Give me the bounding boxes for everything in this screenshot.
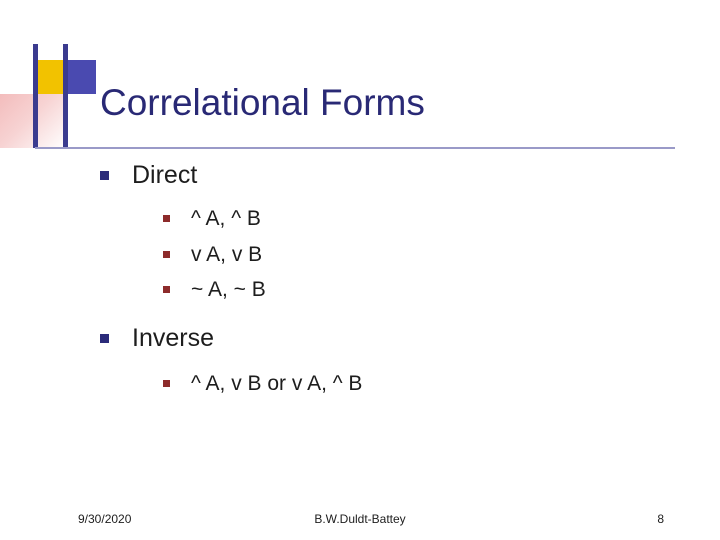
- square-bullet-icon: [163, 285, 170, 293]
- square-bullet-icon: [163, 215, 170, 223]
- decorative-corner-graphic: [0, 44, 96, 148]
- square-bullet-icon: [100, 334, 109, 344]
- blue-square-shape: [66, 60, 96, 94]
- footer-author: B.W.Duldt-Battey: [314, 512, 406, 526]
- section-heading-inverse-label: Inverse: [132, 324, 214, 353]
- list-item-label: ^ A, ^ B: [191, 207, 261, 231]
- list-item: v A, v B: [163, 241, 720, 268]
- square-bullet-icon: [100, 171, 109, 180]
- slide-body: Direct ^ A, ^ B v A, v B ~ A, ~ B Invers…: [0, 160, 720, 398]
- slide-title: Correlational Forms: [100, 82, 425, 123]
- title-divider: [35, 147, 675, 149]
- list-item: ^ A, v B or v A, ^ B: [163, 370, 720, 397]
- list-item-label: ~ A, ~ B: [191, 277, 266, 301]
- slide: Correlational Forms Direct ^ A, ^ B v A,…: [0, 0, 720, 540]
- section-heading-direct-label: Direct: [132, 161, 198, 189]
- left-vertical-bar: [33, 44, 38, 148]
- list-item: ^ A, ^ B: [163, 205, 720, 232]
- list-item: ~ A, ~ B: [163, 276, 720, 303]
- list-item-label: ^ A, v B or v A, ^ B: [191, 372, 363, 396]
- square-bullet-icon: [163, 250, 170, 258]
- right-vertical-bar: [63, 44, 68, 148]
- section-heading-inverse: Inverse: [100, 323, 720, 354]
- square-bullet-icon: [163, 380, 170, 388]
- footer-page-number: 8: [657, 512, 664, 526]
- list-item-label: v A, v B: [191, 242, 263, 266]
- section-heading-direct: Direct: [100, 160, 720, 191]
